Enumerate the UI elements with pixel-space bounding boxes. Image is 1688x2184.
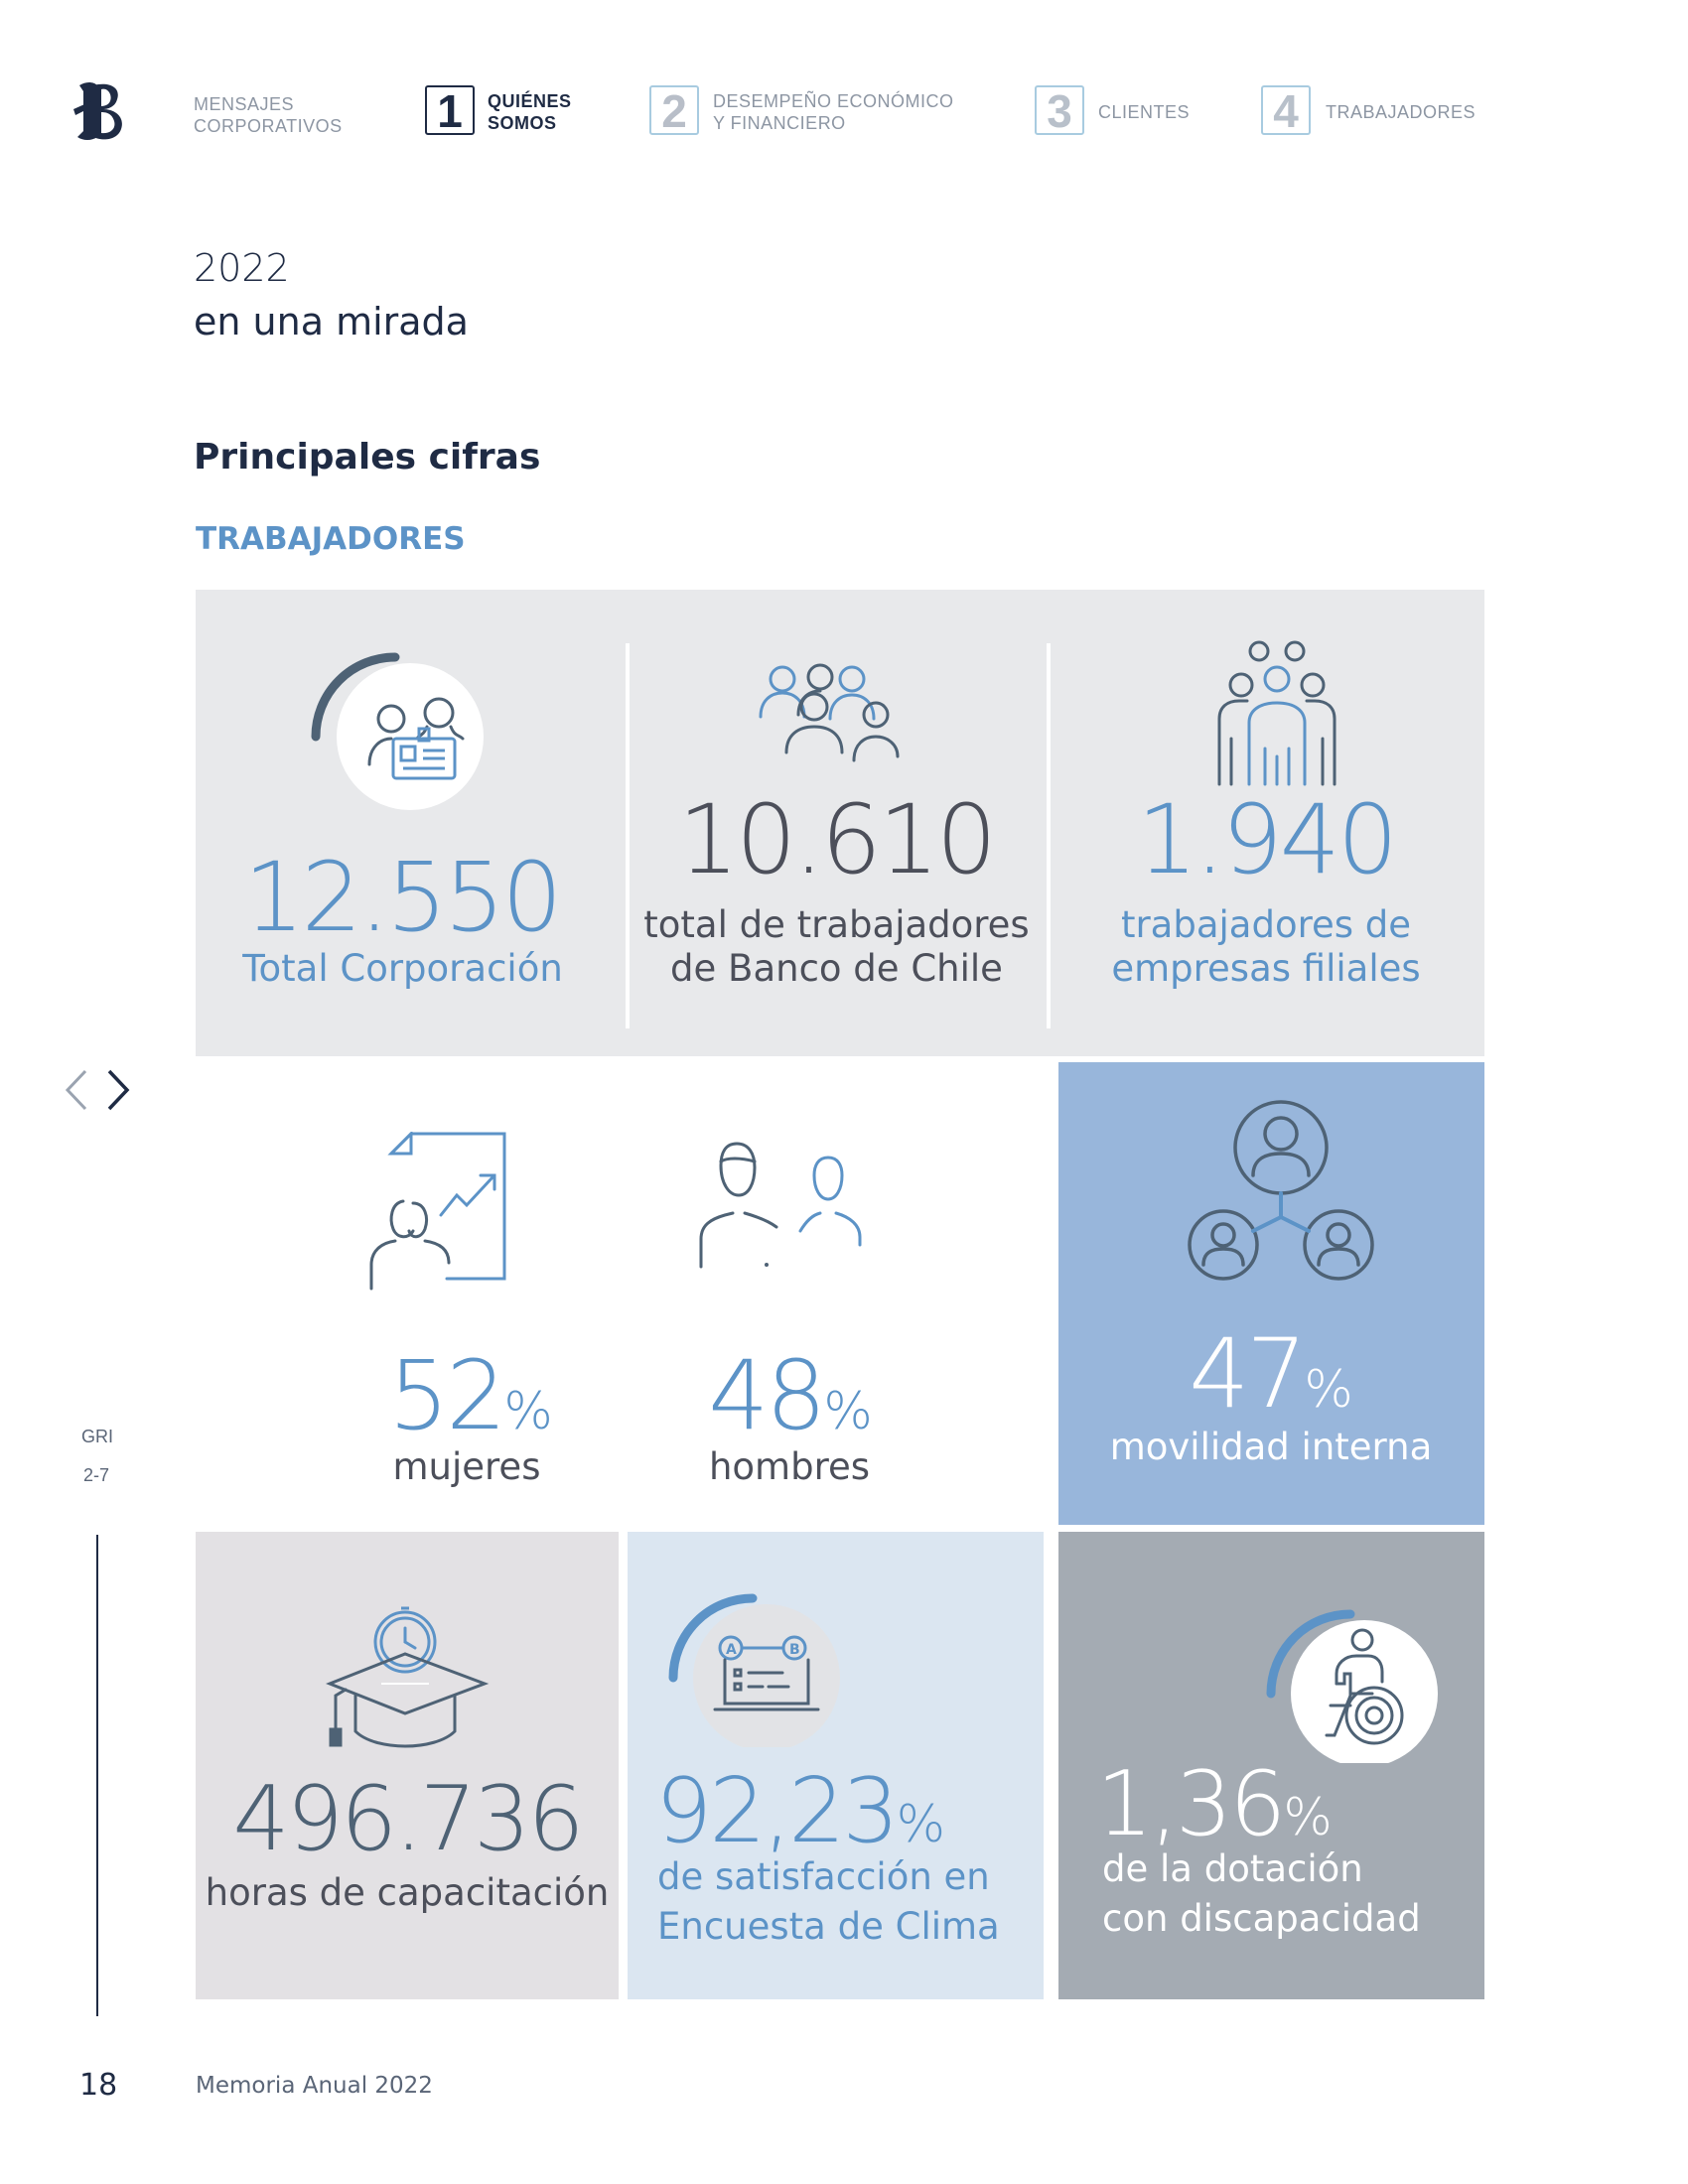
stat-filiales-value: 1.940 (1137, 784, 1398, 895)
stat-filiales-label-line2: empresas filiales (1111, 947, 1421, 990)
stat-mujeres-unit: % (503, 1382, 553, 1441)
stat-discapacidad-value: 1,36% (1096, 1752, 1454, 1856)
stat-satisfaccion-unit: % (896, 1795, 946, 1854)
stat-mujeres-value: 52% (371, 1340, 570, 1451)
page-year: 2022 (194, 246, 290, 290)
family-group-icon (1209, 639, 1344, 786)
stat-banco-label: total de trabajadores de Banco de Chile (640, 903, 1033, 991)
stat-satisfaccion-label-line1: de satisfacción en (657, 1855, 990, 1898)
network-people-icon (1182, 1094, 1380, 1293)
stat-total-corp-value: 12.550 (243, 842, 563, 953)
stat-banco-label-line1: total de trabajadores (643, 903, 1030, 946)
stat-movilidad-value: 47% (1122, 1318, 1420, 1430)
footer-title: Memoria Anual 2022 (196, 2073, 433, 2099)
stat-hombres-value: 48% (681, 1340, 900, 1451)
gri-label: GRI (81, 1427, 114, 1446)
nav-number-1[interactable]: 1 (425, 85, 475, 135)
stat-hombres-unit: % (823, 1382, 873, 1441)
id-card-people-icon (298, 635, 496, 834)
stat-discapacidad-label: de la dotación con discapacidad (1102, 1844, 1470, 1944)
nav-label-line2: SOMOS (488, 113, 557, 133)
stat-movilidad-number: 47 (1189, 1318, 1307, 1430)
svg-text:A: A (726, 1642, 737, 1658)
stat-movilidad-unit: % (1304, 1360, 1353, 1420)
bank-logo-icon[interactable] (71, 79, 127, 143)
stat-satisfaccion-label: de satisfacción en Encuesta de Clima (657, 1852, 1035, 1952)
stat-mujeres-number: 52 (388, 1340, 506, 1451)
stat-filiales-label: trabajadores de empresas filiales (1077, 903, 1455, 991)
survey-ab-icon: A B (655, 1569, 854, 1747)
nav-number-4[interactable]: 4 (1261, 85, 1311, 135)
page-subtitle: en una mirada (194, 300, 469, 343)
gri-code: 2-7 (83, 1465, 110, 1485)
stat-hombres-label: hombres (708, 1445, 871, 1488)
nav-label-line1: MENSAJES (194, 94, 295, 114)
nav-number-3[interactable]: 3 (1035, 85, 1084, 135)
horas-panel (196, 1532, 619, 1999)
stat-total-corp-label: Total Corporación (242, 947, 563, 990)
stat-discapacidad-label-line1: de la dotación (1102, 1847, 1363, 1890)
chevron-right-icon[interactable] (103, 1067, 133, 1117)
group-people-icon (753, 657, 912, 776)
stat-satisfaccion-number: 92,23 (655, 1759, 900, 1863)
panel-divider (626, 643, 630, 1028)
nav-item-desempeno[interactable]: DESEMPEÑO ECONÓMICO Y FINANCIERO (713, 90, 954, 134)
nav-item-mensajes[interactable]: MENSAJES CORPORATIVOS (194, 93, 343, 137)
stat-banco-label-line2: de Banco de Chile (670, 947, 1003, 990)
nav-item-clientes[interactable]: CLIENTES (1098, 101, 1190, 123)
category-title: TRABAJADORES (196, 521, 466, 557)
stat-hombres-number: 48 (708, 1340, 826, 1451)
nav-item-quienes-somos[interactable]: QUIÉNES SOMOS (488, 90, 572, 134)
nav-label-line1: QUIÉNES (488, 91, 572, 111)
stat-filiales-label-line1: trabajadores de (1120, 903, 1412, 946)
panel-divider (1047, 643, 1051, 1028)
wheelchair-icon (1253, 1584, 1452, 1763)
stat-horas-label: horas de capacitación (205, 1871, 610, 1914)
section-title: Principales cifras (194, 437, 541, 478)
sidebar-divider (96, 1535, 98, 2016)
nav-label-line1: DESEMPEÑO ECONÓMICO (713, 91, 954, 111)
svg-text:B: B (789, 1642, 800, 1658)
stat-discapacidad-label-line2: con discapacidad (1102, 1897, 1421, 1940)
nav-label-line2: CORPORATIVOS (194, 116, 343, 136)
stat-satisfaccion-label-line2: Encuesta de Clima (657, 1905, 1000, 1948)
stat-movilidad-label: movilidad interna (1109, 1426, 1433, 1468)
nav-item-trabajadores[interactable]: TRABAJADORES (1326, 101, 1476, 123)
stat-discapacidad-number: 1,36 (1096, 1752, 1286, 1856)
stat-mujeres-label: mujeres (392, 1445, 541, 1488)
nav-number-2[interactable]: 2 (649, 85, 699, 135)
stat-discapacidad-unit: % (1283, 1788, 1333, 1847)
graduation-clock-icon (326, 1604, 491, 1763)
stat-banco-value: 10.610 (678, 784, 997, 895)
chevron-left-icon[interactable] (62, 1067, 91, 1117)
stat-horas-value: 496.736 (232, 1767, 584, 1871)
man-people-icon (697, 1140, 876, 1279)
page-number: 18 (79, 2068, 118, 2103)
nav-label-line2: Y FINANCIERO (713, 113, 846, 133)
stat-satisfaccion-value: 92,23% (655, 1759, 1033, 1863)
woman-growth-chart-icon (369, 1132, 518, 1291)
